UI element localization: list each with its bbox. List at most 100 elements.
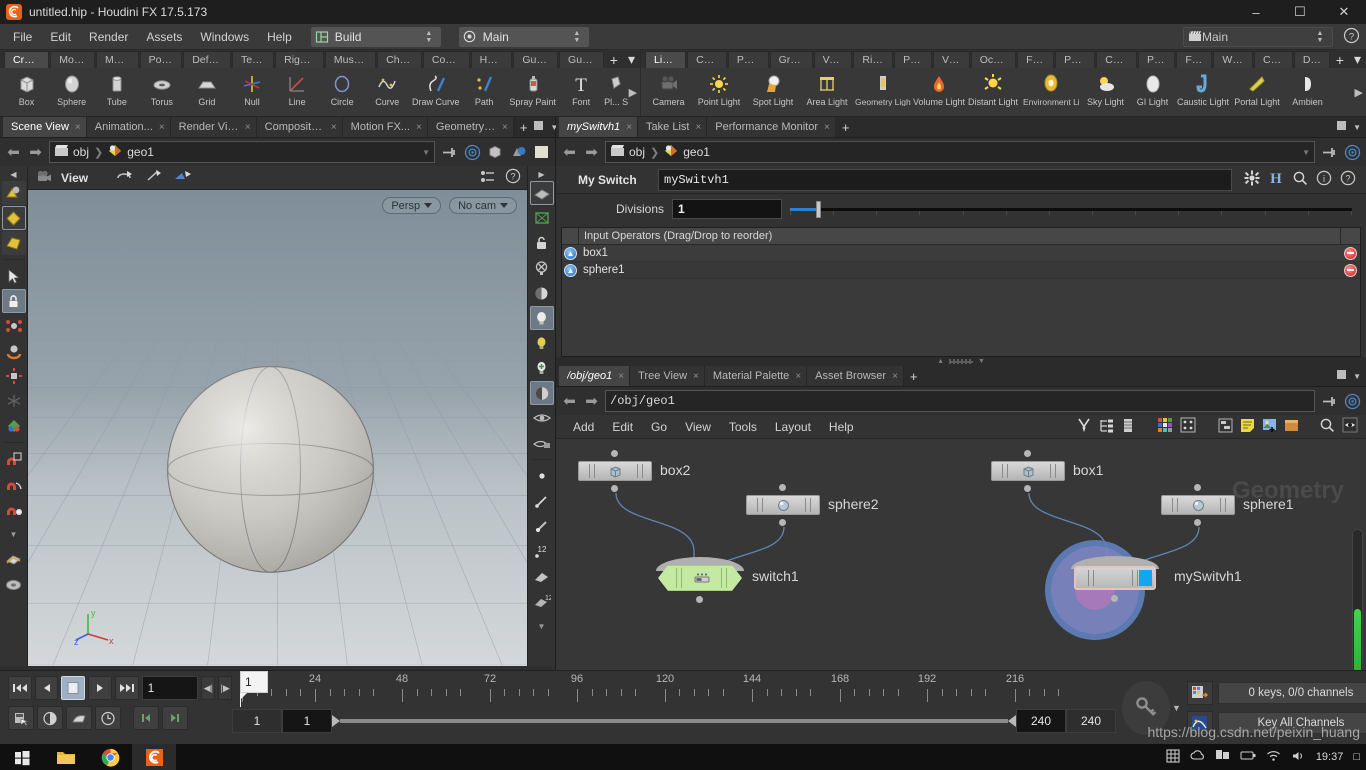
snap-multi-tool[interactable] [2,497,26,521]
shelf-tool-portal-light[interactable]: Portal Light [1230,69,1284,115]
splitter-collapse-down-icon[interactable]: ▼ [978,358,985,365]
rotate-tool[interactable] [2,339,26,363]
viewport-layout-tool[interactable] [2,572,26,596]
timegroup-button[interactable] [95,706,121,730]
node-input-pin[interactable] [1024,450,1031,457]
network-menu-view[interactable]: View [676,415,720,439]
shelf-tab-lights[interactable]: Ligh... [645,51,686,68]
keyframe-button[interactable] [37,706,63,730]
shelf-scroll-right-icon-2[interactable]: ▶ [1355,86,1366,99]
dots-grid-icon[interactable] [1180,417,1196,436]
close-icon[interactable]: × [502,122,508,133]
tab-network-obj-geo1[interactable]: /obj/geo1× [559,366,630,386]
divisions-input[interactable]: 1 [672,199,782,219]
shelf-tab-deform[interactable]: Deform [183,51,231,68]
divisions-slider[interactable] [790,199,1352,219]
current-frame-field[interactable]: 1 [142,676,199,700]
shelf-tab-viscous-fluids[interactable]: Vis... [933,51,970,68]
keys-channels-status[interactable]: 0 keys, 0/0 channels ▲ [1218,682,1366,704]
jump-to-start-button[interactable] [8,676,32,700]
info-icon[interactable]: i [1316,170,1332,189]
sticky-note-icon[interactable] [1240,418,1255,436]
display-materials-icon[interactable] [530,381,554,405]
shelf-tab-guide-process[interactable]: Guid... [513,51,558,68]
display-geometry-icon[interactable] [486,143,504,161]
shelf-tab-modify[interactable]: Modify [50,51,95,68]
tab-compositor[interactable]: Composite...× [257,117,343,137]
auto-key-button[interactable] [8,706,34,730]
projection-selector[interactable]: Persp [382,197,441,214]
point-numbers-icon[interactable]: 12 [530,539,554,563]
shelf-tool-curve[interactable]: Curve [365,69,410,115]
wifi-icon[interactable] [1266,750,1281,765]
pin-icon[interactable] [440,143,458,161]
shelf-tool-spot-light[interactable]: Spot Light [746,69,800,115]
windows-start-icon[interactable] [0,744,44,770]
close-icon[interactable]: × [75,122,81,133]
node-box1[interactable]: box1 [991,461,1065,481]
scene-path-field[interactable]: obj ❯ geo1 ▼ [49,141,435,163]
range-start-handle[interactable] [332,715,340,727]
add-tab-button[interactable]: + [514,120,534,135]
jump-to-end-button[interactable] [115,676,139,700]
range-start-field[interactable]: 1 [232,709,282,733]
shelf-scroll-right-icon[interactable]: ▶ [629,86,640,99]
reorder-up-icon[interactable]: ▲ [562,262,579,279]
close-icon[interactable]: × [245,122,251,133]
close-icon[interactable]: × [626,122,632,133]
shelf-tab-muscles[interactable]: Muscles [325,51,376,68]
target-icon[interactable] [1343,392,1361,410]
forward-arrow-icon[interactable]: ➡ [27,143,44,161]
battery-icon[interactable] [1240,750,1256,764]
shelf-tool-point-light[interactable]: Point Light [692,69,746,115]
shelf-tab-create[interactable]: Create [4,51,49,68]
node-output-pin[interactable] [1024,485,1031,492]
select-arrow-tool[interactable] [2,264,26,288]
unlock-icon[interactable] [530,231,554,255]
move-tool[interactable] [2,314,26,338]
network-menu-go[interactable]: Go [642,415,676,439]
light-bulb-yellow-icon[interactable] [530,331,554,355]
package-icon[interactable] [1284,418,1299,435]
remove-input-button[interactable] [1340,245,1360,262]
zoom-view-icon[interactable] [173,168,193,187]
maximize-pane-icon[interactable] [1336,369,1347,383]
network-menu-edit[interactable]: Edit [603,415,642,439]
shelf-tab-grains[interactable]: Grains [770,51,813,68]
pane-menu-icon[interactable]: ▼ [1353,123,1361,132]
menu-windows[interactable]: Windows [191,24,258,50]
shelf-tab-character[interactable]: Char... [377,51,422,68]
node-output-pin[interactable] [611,485,618,492]
pan-view-icon[interactable] [144,168,164,187]
breadcrumb-geo1[interactable]: geo1 [108,144,154,160]
chevron-down-icon[interactable]: ▼ [422,148,430,157]
menu-render[interactable]: Render [80,24,137,50]
parameters-path-field[interactable]: obj ❯ geo1 ▼ [605,141,1315,163]
desktop-selector[interactable]: Build ▲▼ [311,27,441,47]
shelf-tool-area-light[interactable]: Area Light [800,69,854,115]
layers-icon[interactable] [1121,418,1135,436]
shelf-tab-hair[interactable]: Hair... [471,51,513,68]
node-body[interactable] [746,495,820,515]
chevron-down-icon[interactable]: ▼ [1302,148,1310,157]
tab-performance-monitor[interactable]: Performance Monitor× [707,117,836,137]
shelf-tab-pyro[interactable]: Pyr... [1138,51,1175,68]
search-icon[interactable] [1319,417,1335,436]
tumble-view-icon[interactable] [115,168,135,187]
tools-icon[interactable] [1076,417,1092,436]
timeline-ruler[interactable]: 24 48 72 96 120 144 168 192 216 [232,673,1116,705]
material-swatch-icon[interactable] [532,143,550,161]
node-box2[interactable]: box2 [578,461,652,481]
range-end-handle[interactable] [1008,715,1016,727]
display-options-icon[interactable] [509,143,527,161]
shelf-tab-crowds[interactable]: Cro... [1254,51,1293,68]
menu-edit[interactable]: Edit [41,24,80,50]
network-box-icon[interactable] [1218,418,1233,436]
node-body[interactable] [1074,566,1156,590]
slider-knob[interactable] [816,201,821,218]
table-row[interactable]: ▲ box1 [562,245,1360,262]
close-icon[interactable]: × [693,371,699,382]
select-dynamics-tool[interactable] [2,231,26,255]
close-icon[interactable]: × [416,122,422,133]
shelf-tab-texture[interactable]: Text... [232,51,274,68]
